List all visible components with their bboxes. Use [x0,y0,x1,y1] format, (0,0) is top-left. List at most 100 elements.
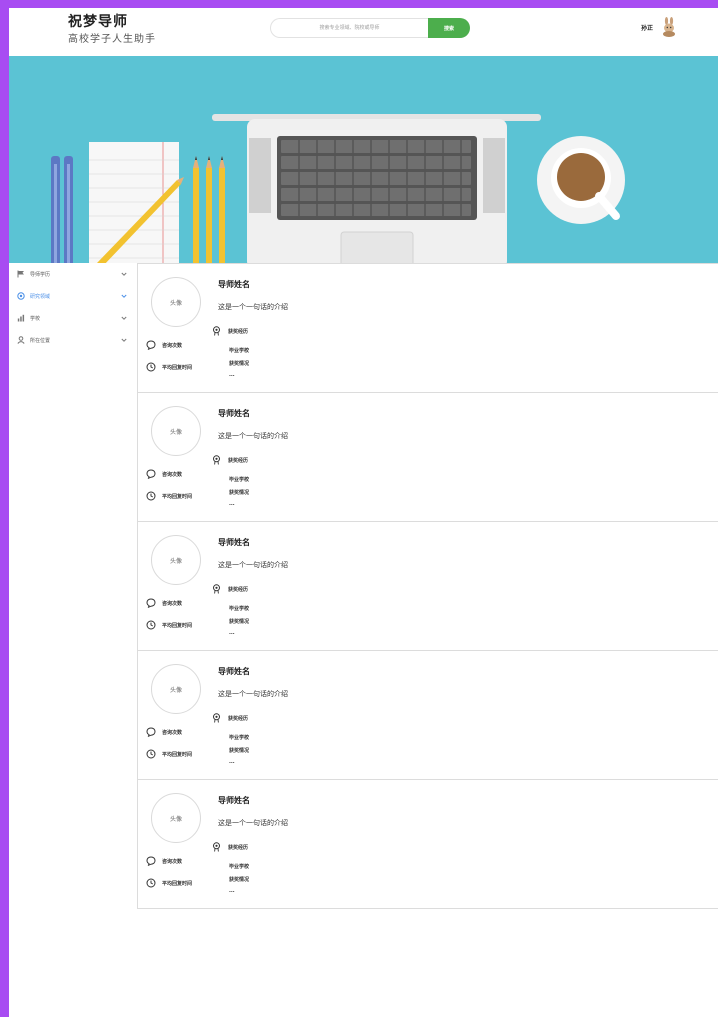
mentor-intro: 这是一个一句话的介绍 [218,303,288,311]
sidebar-item-label: 导师学历 [30,271,51,278]
consult-count-label: 咨询次数 [162,600,183,607]
response-time-label: 平均回复时间 [162,622,193,629]
mentor-card[interactable]: 头像 咨询次数 平均回复时间 导师姓名 这是一个一句话的介绍 获奖经历 毕业学校… [137,521,718,651]
response-time-label: 平均回复时间 [162,751,193,758]
chat-bubble-icon [146,340,156,350]
mentor-card[interactable]: 头像 咨询次数 平均回复时间 导师姓名 这是一个一句话的介绍 获奖经历 毕业学校… [137,779,718,909]
award-history: 获奖经历 [212,584,248,594]
header: 祝梦导师 高校学子人生助手 搜索 孙正 [9,8,718,56]
chevron-down-icon [121,294,127,298]
graduation-school: 毕业学校 [229,348,250,354]
rabbit-avatar-icon[interactable] [661,17,677,37]
award-history-label: 获奖经历 [228,586,249,593]
mentor-intro: 这是一个一句话的介绍 [218,432,288,440]
response-time: 平均回复时间 [146,490,192,502]
chat-bubble-icon [146,469,156,479]
response-time-label: 平均回复时间 [162,364,193,371]
more-ellipsis: ... [229,888,235,894]
more-ellipsis: ... [229,501,235,507]
consult-count-label: 咨询次数 [162,729,183,736]
clock-icon [146,362,156,372]
chat-bubble-icon [146,598,156,608]
brand[interactable]: 祝梦导师 高校学子人生助手 [68,13,156,47]
clock-icon [146,878,156,888]
graduation-school: 毕业学校 [229,477,250,483]
response-time: 平均回复时间 [146,877,192,889]
pencils-icon [193,156,225,263]
sidebar-item-label: 学校 [30,315,41,322]
laptop-icon [212,114,541,263]
avatar[interactable]: 头像 [151,535,201,585]
person-icon [17,336,25,344]
response-time: 平均回复时间 [146,619,192,631]
chart-icon [17,314,25,322]
award-status: 获奖情况 [229,748,250,754]
medal-icon [213,842,220,852]
chat-bubble-icon [146,856,156,866]
chat-bubble-icon [146,727,156,737]
avatar[interactable]: 头像 [151,406,201,456]
search-bar: 搜索 [270,18,470,38]
mentor-card[interactable]: 头像 咨询次数 平均回复时间 导师姓名 这是一个一句话的介绍 获奖经历 毕业学校… [137,392,718,522]
search-input[interactable] [270,18,428,38]
more-ellipsis: ... [229,759,235,765]
consult-count-label: 咨询次数 [162,858,183,865]
brand-title: 祝梦导师 [68,14,128,30]
sidebar-item-label: 所在位置 [30,337,51,344]
award-status: 获奖情况 [229,619,250,625]
graduation-school: 毕业学校 [229,606,250,612]
sidebar-item-education[interactable]: 导师学历 [9,263,136,285]
desk-illustration [51,114,625,263]
sidebar-item-research[interactable]: 研究领域 [9,285,136,307]
consult-count-label: 咨询次数 [162,342,183,349]
award-status: 获奖情况 [229,490,250,496]
consult-count: 咨询次数 [146,597,182,609]
mentor-card[interactable]: 头像 咨询次数 平均回复时间 导师姓名 这是一个一句话的介绍 获奖经历 毕业学校… [137,263,718,393]
page: 祝梦导师 高校学子人生助手 搜索 孙正 [9,8,718,1017]
award-history: 获奖经历 [212,326,248,336]
mentor-intro: 这是一个一句话的介绍 [218,690,288,698]
search-button[interactable]: 搜索 [428,18,470,38]
user-menu[interactable]: 孙正 [641,17,677,37]
response-time-label: 平均回复时间 [162,493,193,500]
mentor-name[interactable]: 导师姓名 [218,666,250,677]
consult-count: 咨询次数 [146,726,182,738]
response-time: 平均回复时间 [146,748,192,760]
consult-count: 咨询次数 [146,339,182,351]
pen-icon [51,156,73,263]
chevron-down-icon [121,272,127,276]
mentor-card[interactable]: 头像 咨询次数 平均回复时间 导师姓名 这是一个一句话的介绍 获奖经历 毕业学校… [137,650,718,780]
consult-count: 咨询次数 [146,855,182,867]
award-status: 获奖情况 [229,361,250,367]
award-history-label: 获奖经历 [228,328,249,335]
sidebar-item-label: 研究领域 [30,293,51,300]
response-time: 平均回复时间 [146,361,192,373]
award-history-label: 获奖经历 [228,844,249,851]
graduation-school: 毕业学校 [229,864,250,870]
mentor-name[interactable]: 导师姓名 [218,279,250,290]
avatar[interactable]: 头像 [151,664,201,714]
avatar[interactable]: 头像 [151,277,201,327]
brand-subtitle: 高校学子人生助手 [68,34,156,45]
more-ellipsis: ... [229,630,235,636]
avatar[interactable]: 头像 [151,793,201,843]
medal-icon [213,713,220,723]
chevron-down-icon [121,316,127,320]
graduation-school: 毕业学校 [229,735,250,741]
clock-icon [146,491,156,501]
mentor-name[interactable]: 导师姓名 [218,537,250,548]
sidebar-item-school[interactable]: 学校 [9,307,136,329]
consult-count: 咨询次数 [146,468,182,480]
award-history: 获奖经历 [212,713,248,723]
mentor-name[interactable]: 导师姓名 [218,408,250,419]
user-name: 孙正 [641,24,654,32]
target-icon [17,292,25,300]
award-history: 获奖经历 [212,455,248,465]
award-history: 获奖经历 [212,842,248,852]
chevron-down-icon [121,338,127,342]
mentor-name[interactable]: 导师姓名 [218,795,250,806]
mentor-intro: 这是一个一句话的介绍 [218,819,288,827]
sidebar-item-location[interactable]: 所在位置 [9,329,136,351]
award-status: 获奖情况 [229,877,250,883]
medal-icon [213,326,220,336]
